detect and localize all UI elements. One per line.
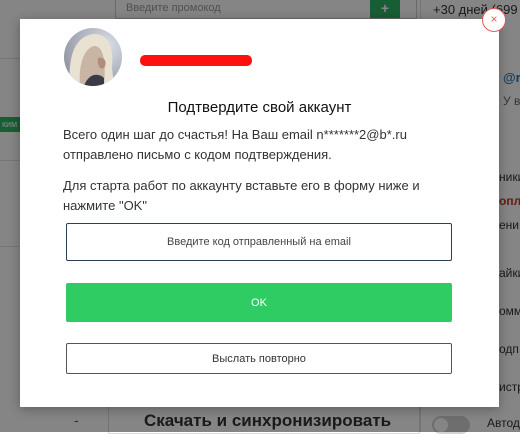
redacted-username — [140, 55, 252, 66]
confirmation-code-input[interactable] — [66, 223, 452, 261]
confirm-account-dialog: Подтвердите свой аккаунт Всего один шаг … — [20, 19, 499, 407]
instruction-text: Для старта работ по аккаунту вставьте ег… — [63, 178, 420, 213]
avatar — [64, 28, 122, 86]
dialog-title: Подтвердите свой аккаунт — [167, 99, 352, 116]
avatar-photo — [64, 28, 122, 86]
resend-button[interactable]: Выслать повторно — [66, 343, 452, 374]
close-icon[interactable]: × — [482, 8, 506, 32]
info-text: Всего один шаг до счастья! На Ваш email … — [63, 127, 407, 162]
ok-button[interactable]: OK — [66, 283, 452, 322]
